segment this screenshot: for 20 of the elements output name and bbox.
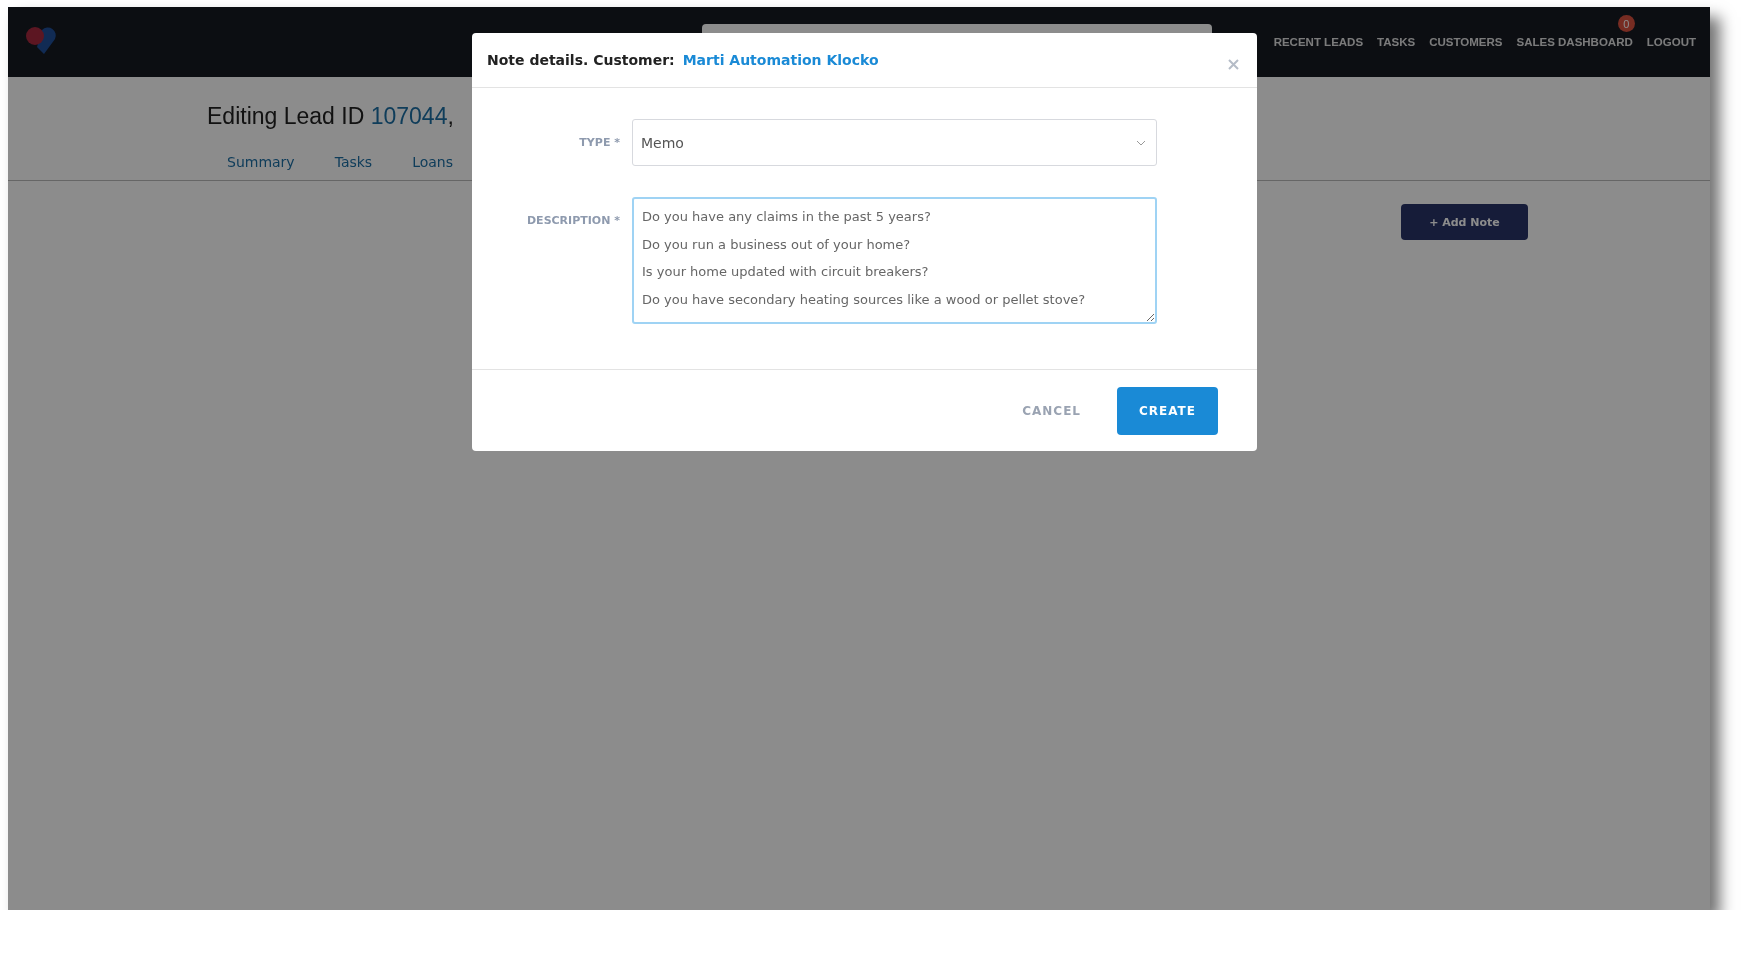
close-button[interactable] [1228, 58, 1239, 70]
type-select[interactable]: Memo [632, 119, 1157, 166]
customer-link[interactable]: Marti Automation Klocko [682, 52, 879, 68]
notification-badge: 0 [1617, 15, 1635, 32]
tab[interactable]: Loans [412, 154, 454, 170]
chevron-down-icon [1136, 139, 1146, 146]
dialog-title: Note details. Customer: [487, 52, 675, 68]
add-note-button[interactable]: + Add Note [1401, 204, 1528, 240]
type-label: TYPE * [579, 136, 620, 151]
tab[interactable]: Tasks [334, 154, 373, 170]
description-label: DESCRIPTION * [527, 214, 620, 229]
create-button[interactable]: CREATE [1117, 387, 1218, 435]
nav-link[interactable]: RECENT LEADS [1273, 36, 1364, 48]
nav-link[interactable]: LOGOUT [1646, 36, 1696, 48]
cancel-button[interactable]: CANCEL [1016, 403, 1087, 419]
nav-link[interactable]: TASKS [1377, 36, 1416, 48]
description-field[interactable]: Do you have any claims in the past 5 years? Do you run a business out of your home? Is your home updated with circuit breakers? Do you have secondary heating sources like a wood or pellet stove? [632, 197, 1157, 324]
nav-link[interactable]: CUSTOMERS [1429, 36, 1503, 48]
tab[interactable]: Summary [227, 154, 295, 170]
page-title: Editing Lead ID 107044, [207, 103, 455, 130]
